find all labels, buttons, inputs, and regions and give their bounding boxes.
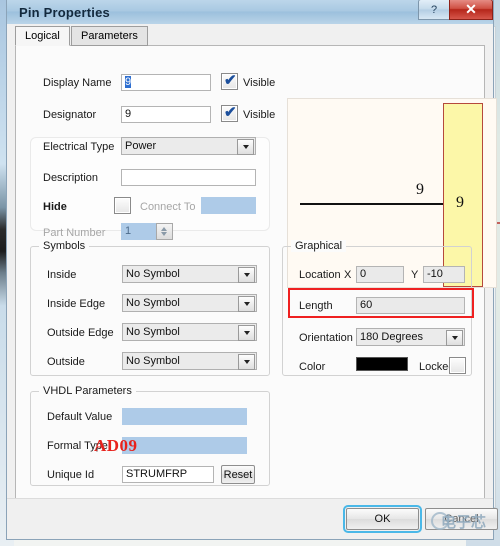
ok-button[interactable]: OK [343, 505, 422, 533]
reset-button[interactable]: Reset [221, 465, 255, 484]
electrical-type-label: Electrical Type [43, 141, 115, 153]
checkmark-icon: ✔ [224, 72, 237, 89]
designator-label: Designator [43, 109, 97, 121]
orientation-combobox[interactable]: 180 Degrees [356, 328, 465, 346]
designator-visible-checkbox[interactable]: ✔ [221, 104, 238, 122]
length-value: 60 [360, 299, 373, 311]
symbol-inside-edge-value: No Symbol [126, 297, 180, 309]
window-buttons: ? ✕ [418, 0, 493, 20]
default-value-input[interactable] [122, 408, 247, 425]
location-y-input[interactable]: -10 [423, 266, 465, 283]
designator-visible-label: Visible [243, 109, 276, 121]
graphical-group: Graphical Location X 0 Y -10 Length 60 O… [282, 240, 472, 376]
tab-parameters[interactable]: Parameters [71, 26, 148, 46]
vhdl-parameters-group: VHDL Parameters Default Value Formal Typ… [30, 385, 270, 486]
symbols-group-title: Symbols [39, 240, 90, 252]
unique-id-label: Unique Id [47, 469, 95, 481]
hide-label: Hide [43, 201, 67, 213]
chevron-down-icon[interactable] [237, 139, 254, 155]
location-y-label: Y [411, 269, 419, 281]
graphical-group-title: Graphical [291, 240, 347, 252]
symbols-group: Symbols Inside No Symbol Inside Edge No … [30, 240, 270, 376]
connect-to-label: Connect To [140, 201, 196, 213]
part-number-stepper[interactable] [156, 223, 173, 240]
location-y-value: -10 [427, 268, 443, 280]
electrical-type-combobox[interactable]: Power [121, 137, 256, 155]
location-x-input[interactable]: 0 [356, 266, 404, 283]
watermark-text: 电子芯 [441, 513, 487, 531]
close-button[interactable]: ✕ [449, 0, 493, 20]
stepper-up-icon [161, 227, 167, 231]
unique-id-input[interactable]: STRUMFRP [122, 466, 214, 483]
description-label: Description [43, 172, 99, 184]
symbol-outside-edge-combobox[interactable]: No Symbol [122, 323, 257, 341]
color-label: Color [299, 361, 326, 373]
symbol-inside-edge-label: Inside Edge [47, 298, 106, 310]
symbol-inside-edge-combobox[interactable]: No Symbol [122, 294, 257, 312]
display-name-label: Display Name [43, 77, 112, 89]
tab-strip: Logical Parameters [15, 26, 485, 46]
display-name-input[interactable]: 9 [121, 74, 211, 91]
chevron-down-icon[interactable] [238, 354, 255, 370]
desktop-background: Pin Properties ? ✕ Logical Parameters Di… [0, 0, 500, 546]
description-input[interactable] [121, 169, 256, 186]
symbol-inside-value: No Symbol [126, 268, 180, 280]
dialog-footer: OK Cancel 电子芯 [7, 498, 498, 539]
location-x-value: 0 [360, 268, 367, 280]
symbol-inside-combobox[interactable]: No Symbol [122, 265, 257, 283]
display-name-value: 9 [125, 76, 132, 88]
ad-version-annotation: AD09 [94, 436, 138, 455]
connect-to-input[interactable] [201, 197, 256, 214]
part-number-value: 1 [125, 225, 132, 237]
symbol-outside-edge-value: No Symbol [126, 326, 180, 338]
color-swatch[interactable] [356, 357, 408, 371]
display-name-visible-label: Visible [243, 77, 276, 89]
tab-logical[interactable]: Logical [15, 26, 70, 46]
checkmark-icon: ✔ [224, 104, 237, 121]
symbol-outside-combobox[interactable]: No Symbol [122, 352, 257, 370]
electrical-type-value: Power [125, 140, 157, 152]
symbol-inside-label: Inside [47, 269, 77, 281]
designator-input[interactable]: 9 [121, 106, 211, 123]
orientation-value: 180 Degrees [360, 331, 423, 343]
length-input[interactable]: 60 [356, 297, 465, 314]
display-name-visible-checkbox[interactable]: ✔ [221, 72, 238, 90]
chevron-down-icon[interactable] [238, 267, 255, 283]
orientation-label: Orientation [299, 332, 353, 344]
preview-pin-number: 9 [456, 194, 464, 211]
location-label: Location [299, 269, 341, 281]
location-x-label: X [344, 269, 352, 281]
symbol-outside-edge-label: Outside Edge [47, 327, 114, 339]
dialog-title-bar: Pin Properties ? ✕ [7, 0, 493, 24]
default-value-label: Default Value [47, 411, 113, 423]
preview-pin-name: 9 [416, 181, 424, 198]
designator-value: 9 [125, 108, 132, 120]
symbol-outside-label: Outside [47, 356, 85, 368]
chevron-down-icon[interactable] [446, 330, 463, 346]
chevron-down-icon[interactable] [238, 296, 255, 312]
length-label: Length [299, 300, 333, 312]
locked-checkbox[interactable] [449, 357, 466, 374]
pin-properties-dialog: Pin Properties ? ✕ Logical Parameters Di… [6, 0, 498, 540]
unique-id-value: STRUMFRP [126, 468, 188, 480]
formal-type-input[interactable] [122, 437, 247, 454]
stepper-down-icon [161, 232, 167, 236]
symbol-outside-value: No Symbol [126, 355, 180, 367]
dialog-title: Pin Properties [19, 4, 110, 20]
help-button[interactable]: ? [418, 0, 450, 20]
hide-checkbox[interactable] [114, 197, 131, 214]
part-number-label: Part Number [43, 227, 106, 239]
chevron-down-icon[interactable] [238, 325, 255, 341]
logical-tab-panel: Display Name 9 ✔ Visible Designator 9 ✔ … [15, 45, 497, 500]
pin-line-graphic [300, 203, 443, 205]
vhdl-group-title: VHDL Parameters [39, 385, 136, 397]
